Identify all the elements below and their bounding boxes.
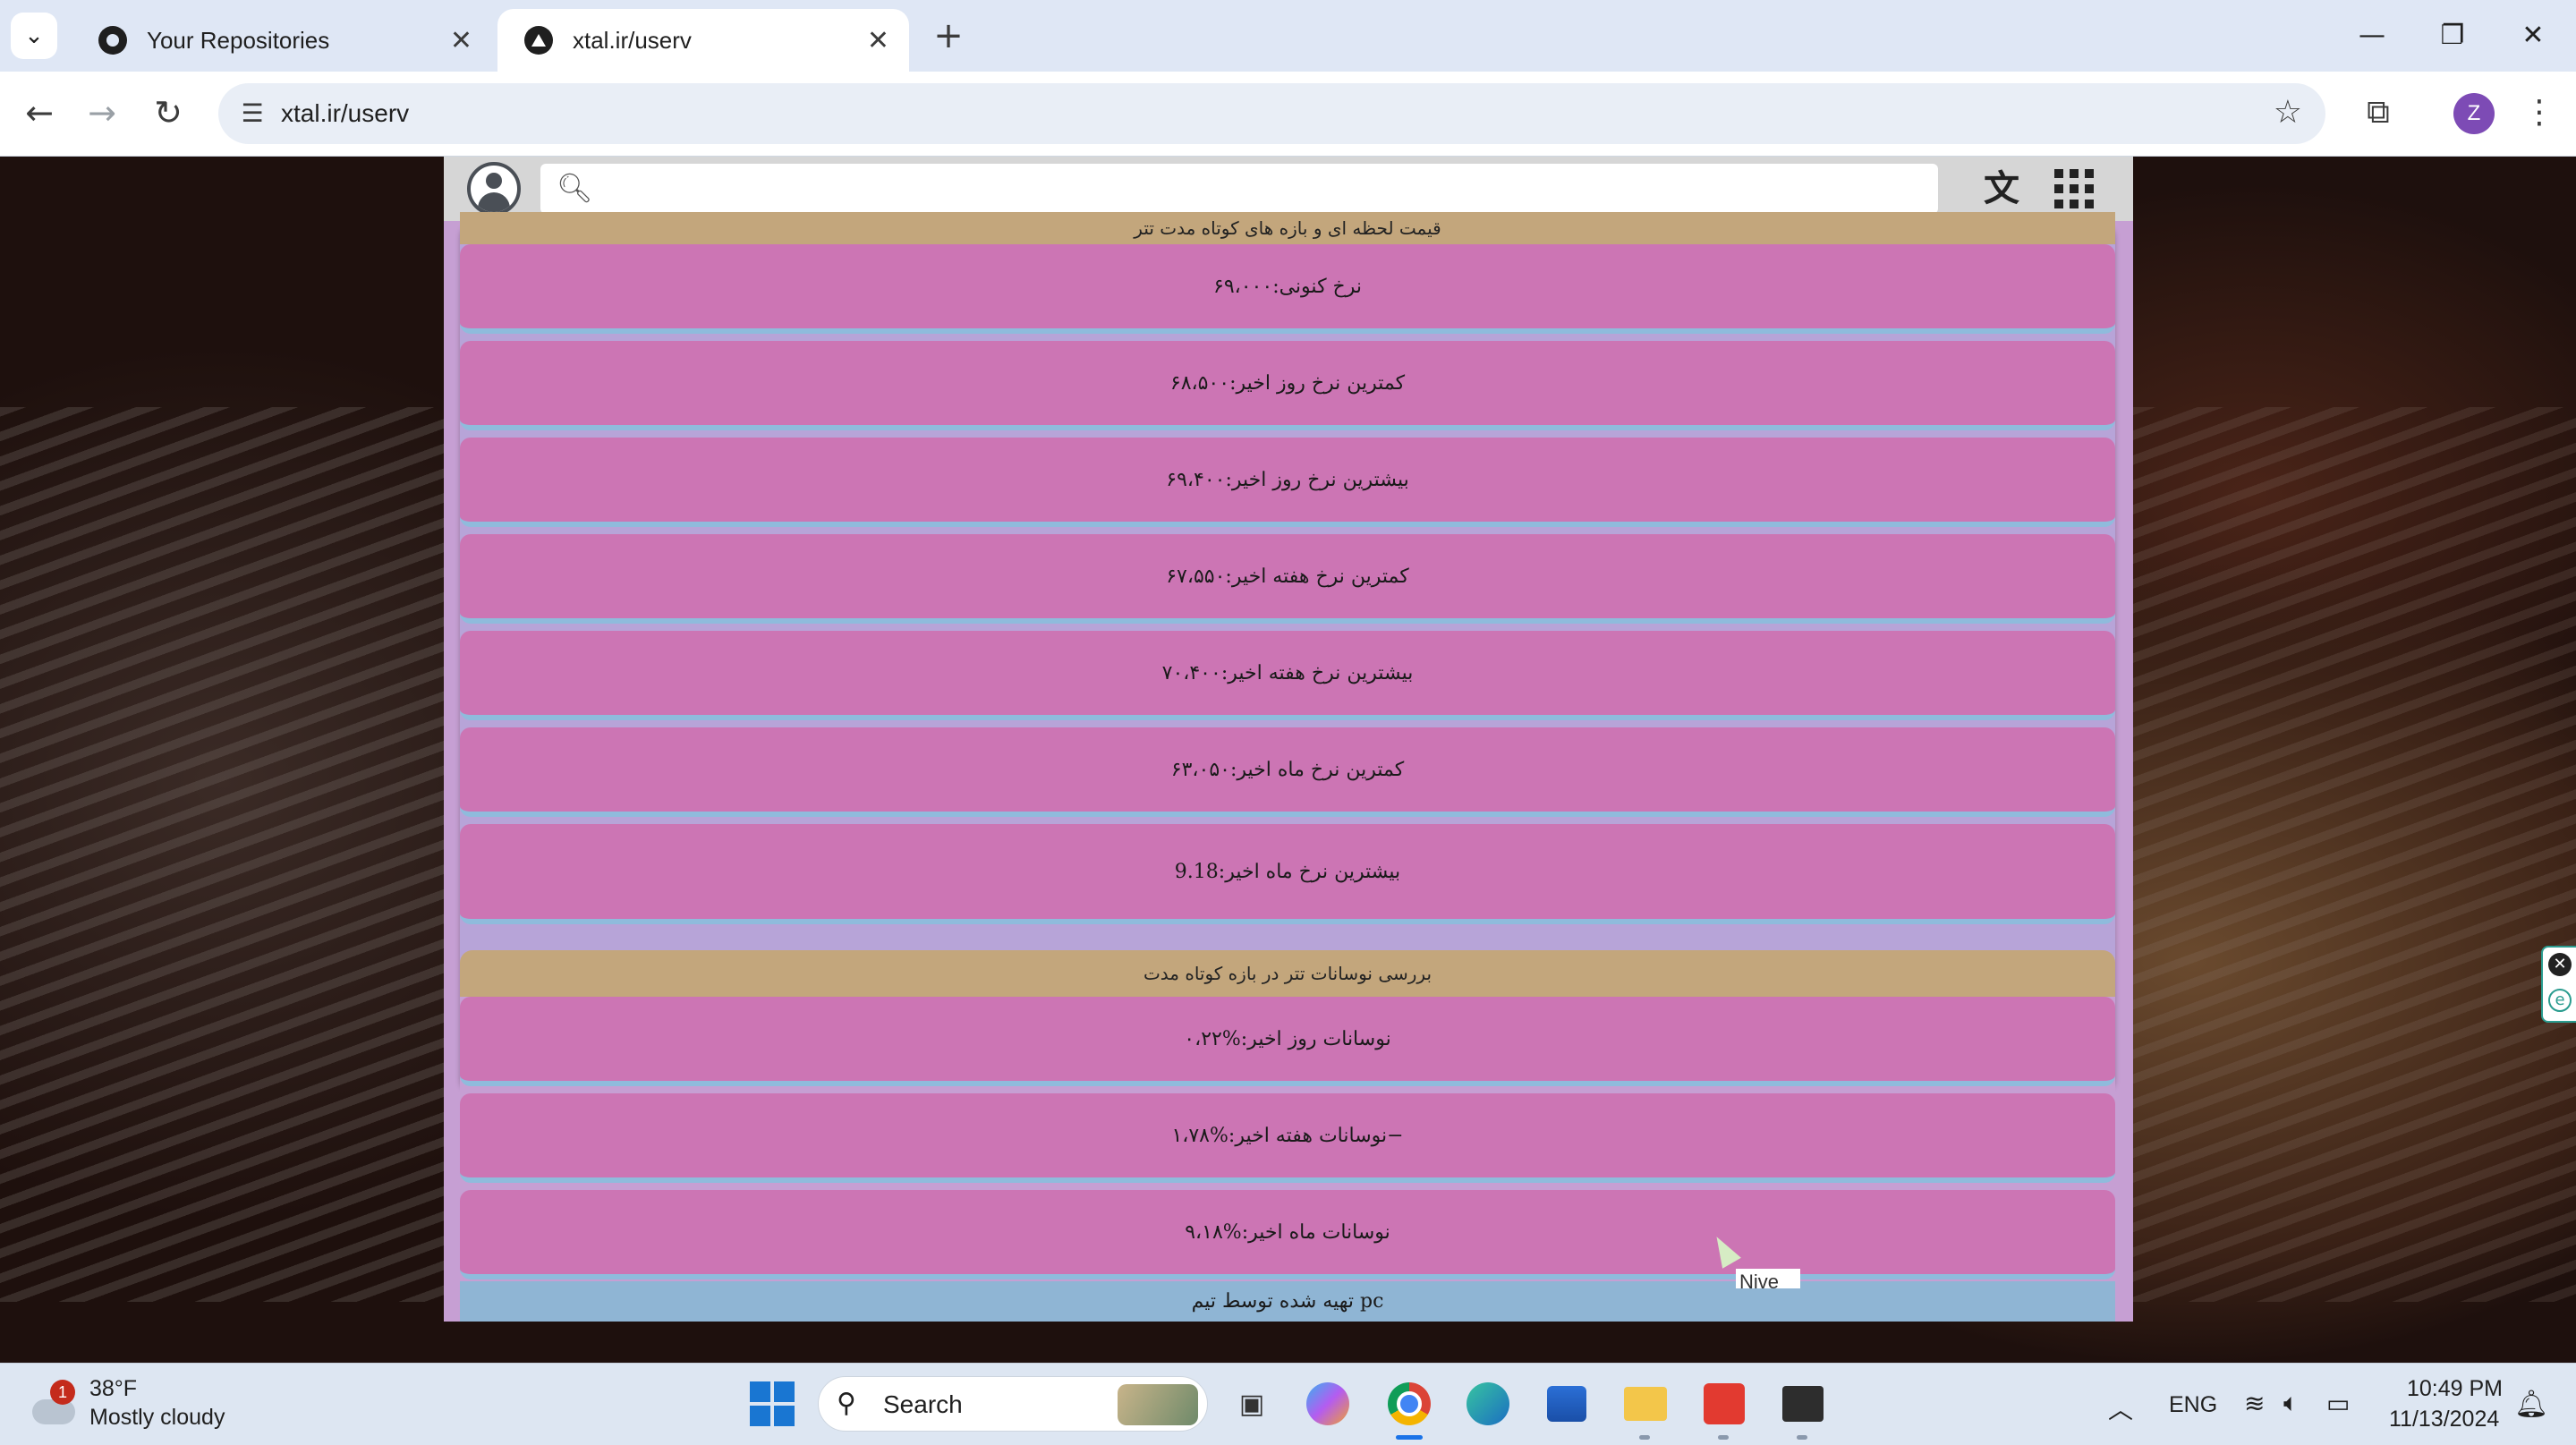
translate-icon[interactable]: 文A [1978, 166, 2025, 256]
bookmark-star-icon[interactable]: ☆ [2274, 94, 2302, 131]
active-app-indicator [1396, 1435, 1423, 1440]
tray-overflow-chevron-icon[interactable]: ︿ [2108, 1390, 2133, 1426]
taskbar: 1 38°F Mostly cloudy ⚲ Search ▣ ︿ ENG ≋ … [0, 1363, 2576, 1445]
volatility-row: نوسانات روز اخیر:%۰،۲۲ [460, 997, 2115, 1086]
price-row: نرخ کنونی:۶۹،۰۰۰ [460, 244, 2115, 334]
back-button[interactable]: ← [14, 88, 64, 138]
start-button[interactable] [748, 1380, 796, 1428]
close-icon[interactable]: ✕ [450, 25, 472, 56]
search-icon: ⚲ [837, 1388, 856, 1419]
volume-icon[interactable]: 🔈︎ [2283, 1389, 2299, 1418]
notification-badge: 1 [50, 1380, 75, 1405]
apps-grid-icon[interactable] [2054, 169, 2094, 208]
background-decoration [2130, 407, 2576, 1302]
window-close-button[interactable]: ✕ [2502, 7, 2564, 64]
site-search-input[interactable] [598, 169, 1926, 210]
search-highlight-image [1118, 1384, 1198, 1425]
site-search-box[interactable]: 🔍︎ [540, 164, 1938, 214]
app-indicator [1639, 1435, 1650, 1440]
section-heading: قیمت لحظه ای و بازه های کوتاه مدت تتر [460, 212, 2115, 244]
tab-title: Your Repositories [147, 26, 330, 54]
browser-titlebar: ⌄ Your Repositories ✕ xtal.ir/userv ✕ + … [0, 0, 2576, 72]
volatility-row: نوسانات هفته اخیر:%۱،۷۸− [460, 1093, 2115, 1183]
language-indicator[interactable]: ENG [2169, 1392, 2217, 1418]
user-avatar-icon[interactable] [467, 162, 521, 216]
weather-temperature[interactable]: 38°F [89, 1376, 137, 1402]
search-icon: 🔍︎ [557, 171, 593, 205]
weather-description[interactable]: Mostly cloudy [89, 1405, 225, 1431]
forward-button[interactable]: → [77, 88, 127, 138]
url-text[interactable]: xtal.ir/userv [281, 83, 409, 144]
clock-date[interactable]: 11/13/2024 [2389, 1407, 2499, 1432]
reload-button[interactable]: ↻ [143, 88, 193, 138]
side-extension-widget[interactable]: ✕ e [2541, 946, 2576, 1023]
profile-avatar[interactable]: Z [2453, 93, 2495, 134]
price-row: کمترین نرخ هفته اخیر:۶۷،۵۵۰ [460, 534, 2115, 624]
content-panel: قیمت لحظه ای و بازه های کوتاه مدت تتر نر… [444, 212, 2133, 1322]
tab-xtal-userv[interactable]: xtal.ir/userv ✕ [497, 9, 909, 72]
wifi-icon[interactable]: ≋ [2244, 1389, 2265, 1418]
price-row: کمترین نرخ ماه اخیر:۶۳،۰۵۰ [460, 727, 2115, 817]
site-info-icon[interactable]: ☰ [234, 96, 270, 132]
minimize-button[interactable]: — [2341, 7, 2403, 64]
extension-e-icon[interactable]: e [2548, 989, 2572, 1012]
close-icon[interactable]: ✕ [2548, 953, 2572, 976]
github-icon [98, 26, 127, 55]
page-viewport: 🔍︎ 文A قیمت لحظه ای و بازه های کوتاه مدت … [0, 157, 2576, 1363]
copilot-icon[interactable] [1306, 1382, 1349, 1425]
tab-title: xtal.ir/userv [573, 26, 692, 54]
site-favicon-icon [524, 26, 553, 55]
store-icon[interactable] [1543, 1380, 1591, 1428]
restore-button[interactable]: ❐ [2421, 7, 2484, 64]
battery-icon[interactable]: ▭ [2326, 1389, 2350, 1418]
edge-icon[interactable] [1464, 1380, 1512, 1428]
chevron-down-icon: ⌄ [24, 22, 44, 49]
price-row: کمترین نرخ روز اخیر:۶۸،۵۰۰ [460, 341, 2115, 430]
browser-menu-icon[interactable]: ⋮ [2521, 89, 2557, 136]
terminal-icon[interactable] [1779, 1380, 1827, 1428]
address-bar[interactable]: ☰ xtal.ir/userv ☆ [218, 83, 2325, 144]
tab-search-button[interactable]: ⌄ [11, 13, 57, 59]
section-heading: بررسی نوسانات تتر در بازه کوتاه مدت [460, 950, 2115, 997]
volatility-section: بررسی نوسانات تتر در بازه کوتاه مدت نوسا… [460, 950, 2115, 1281]
app-indicator [1718, 1435, 1729, 1440]
clock-time[interactable]: 10:49 PM [2407, 1376, 2503, 1402]
new-tab-button[interactable]: + [931, 13, 966, 59]
tooltip-fragment: Nive [1736, 1269, 1800, 1288]
tab-your-repositories[interactable]: Your Repositories ✕ [72, 9, 492, 72]
file-explorer-icon[interactable] [1621, 1380, 1670, 1428]
taskbar-search[interactable]: ⚲ Search [818, 1376, 1208, 1432]
notification-bell-icon[interactable]: 🔔︎ [2514, 1389, 2548, 1420]
page-footer: تهیه شده توسط تیم pc [460, 1281, 2115, 1322]
background-decoration [0, 407, 447, 1302]
chrome-icon[interactable] [1385, 1380, 1433, 1428]
browser-toolbar: ← → ↻ ☰ xtal.ir/userv ☆ ⧉ Z ⋮ [0, 72, 2576, 157]
taskbar-search-label: Search [883, 1390, 963, 1418]
price-row: بیشترین نرخ روز اخیر:۶۹،۴۰۰ [460, 438, 2115, 527]
anydesk-icon[interactable] [1700, 1380, 1748, 1428]
price-row: بیشترین نرخ هفته اخیر:۷۰،۴۰۰ [460, 631, 2115, 720]
app-indicator [1797, 1435, 1807, 1440]
price-row: بیشترین نرخ ماه اخیر:9.18 [460, 824, 2115, 924]
weather-icon[interactable]: 1 [27, 1380, 81, 1428]
task-view-icon[interactable]: ▣ [1228, 1380, 1276, 1428]
volatility-row: نوسانات ماه اخیر:%۹،۱۸ [460, 1190, 2115, 1279]
close-icon[interactable]: ✕ [867, 25, 889, 56]
extensions-icon[interactable]: ⧉ [2355, 89, 2402, 136]
